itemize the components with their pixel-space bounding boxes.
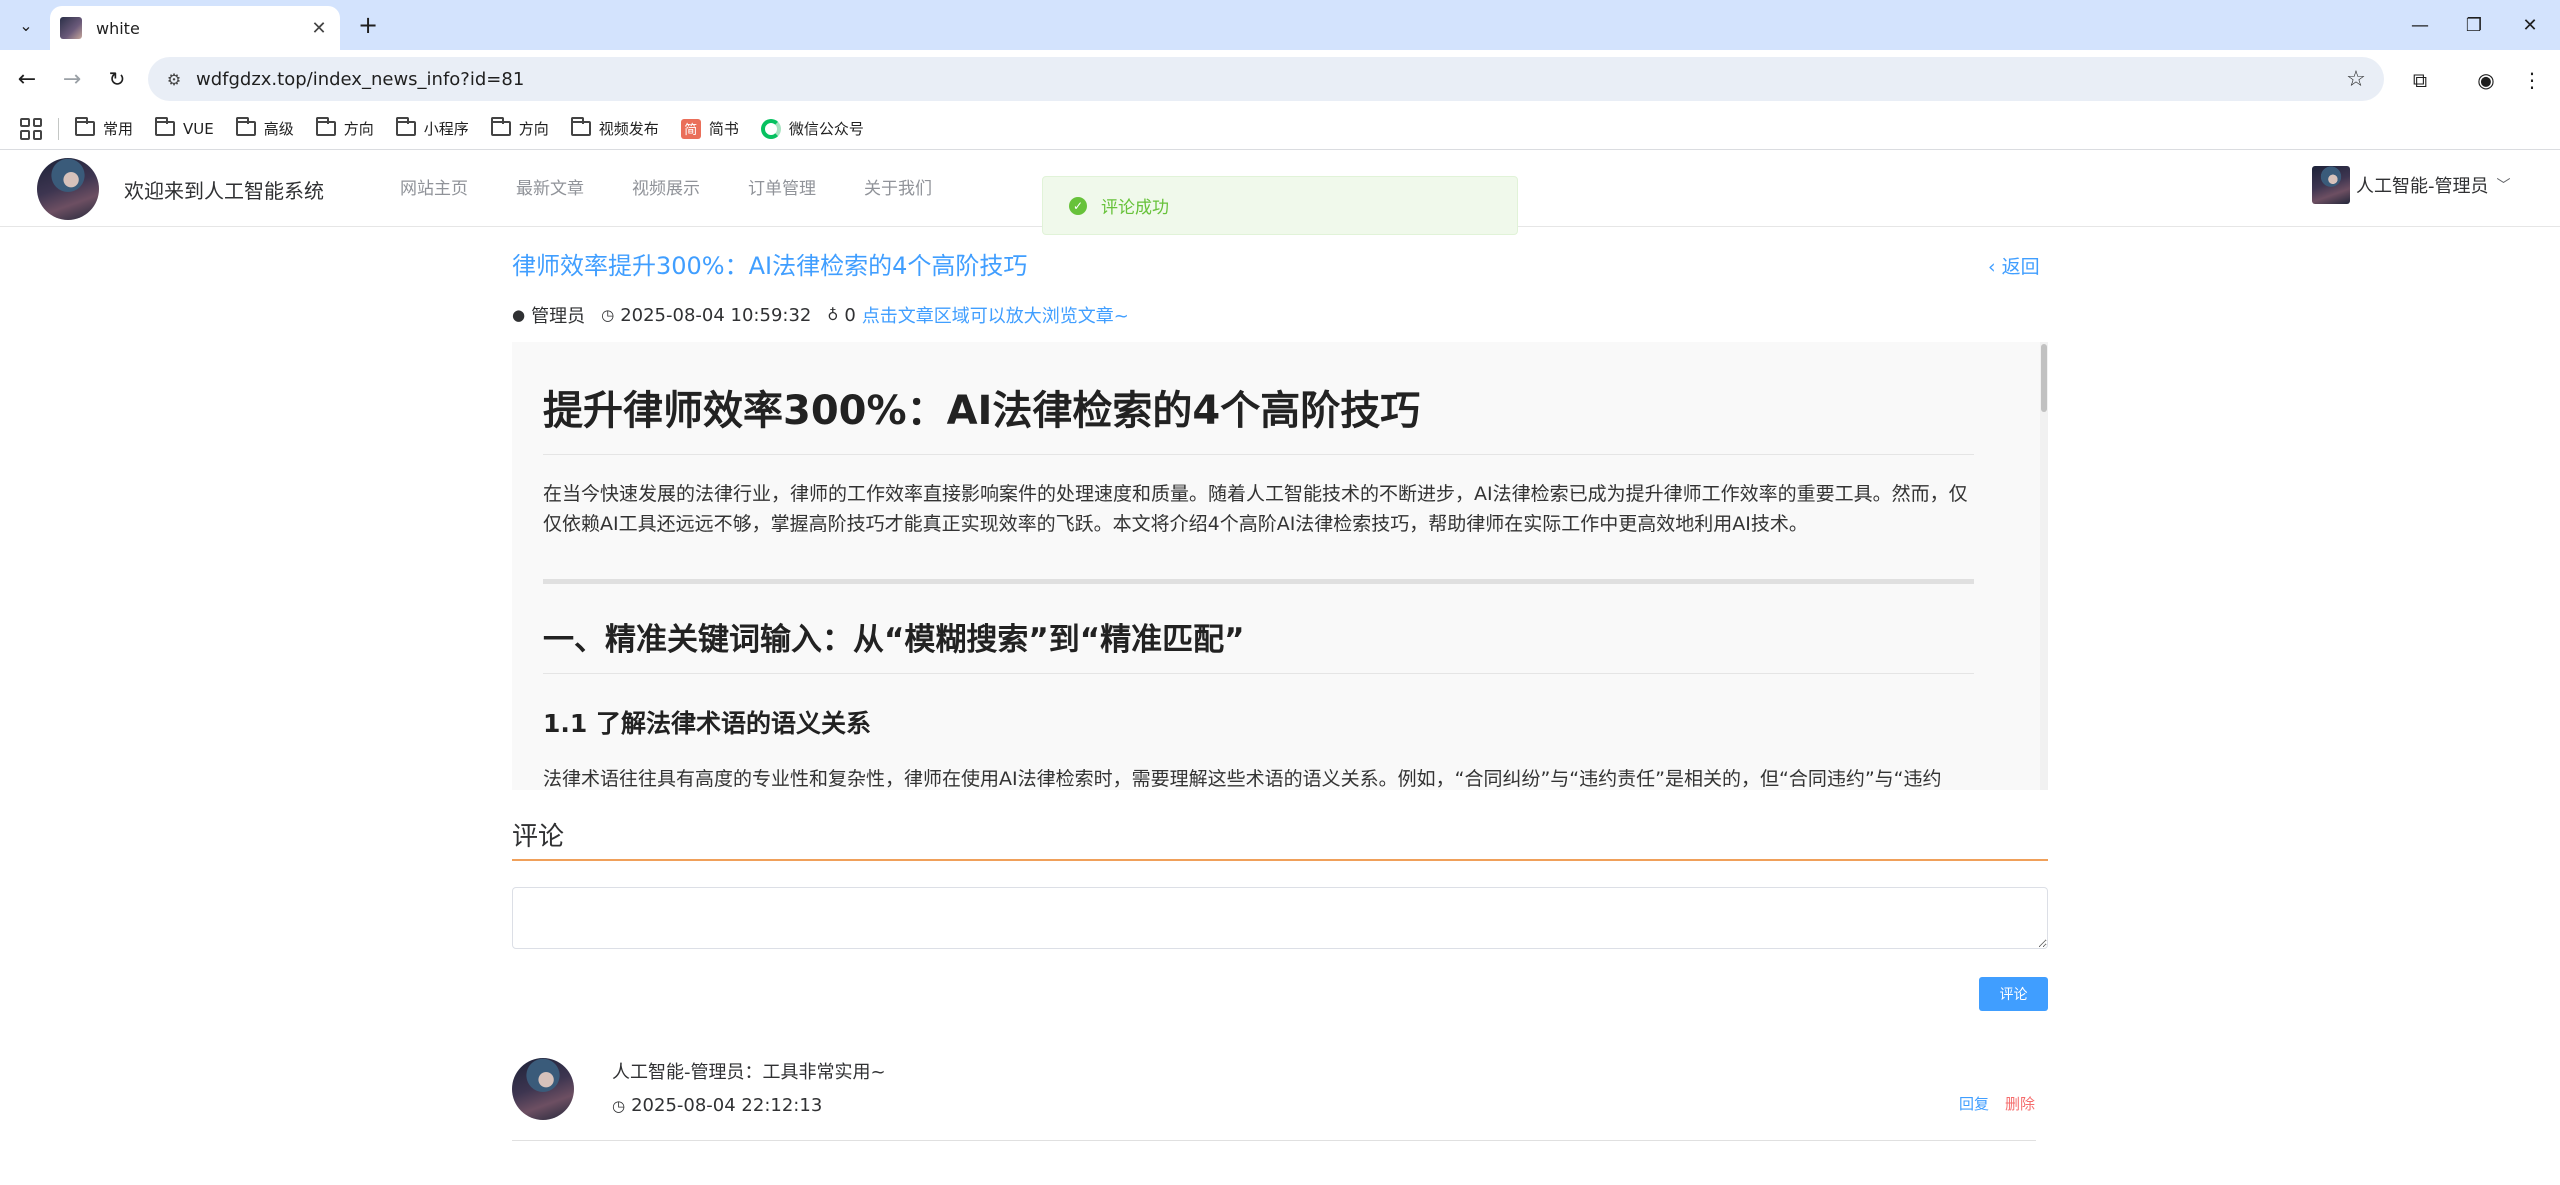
chevron-down-icon: ﹀	[2496, 178, 2511, 194]
comment-time: ◷ 2025-08-04 22:12:13	[612, 1095, 822, 1116]
article-content[interactable]: 提升律师效率300%：AI法律检索的4个高阶技巧 在当今快速发展的法律行业，律师…	[512, 342, 2048, 790]
tab-search-icon[interactable]: ⌄	[10, 10, 42, 40]
bookmark-label: 常用	[103, 120, 134, 138]
site-info-icon[interactable]: ⚙	[160, 65, 188, 93]
bookmark-item[interactable]: 高级	[235, 117, 294, 139]
extensions-icon[interactable]: ⧉	[2402, 62, 2438, 98]
article-author: 管理员	[531, 306, 586, 327]
browser-tab-strip: ⌄ white ✕ + — ❐ ✕	[0, 0, 2560, 50]
restore-icon[interactable]: ❐	[2444, 6, 2504, 44]
chevron-left-icon: ‹	[1988, 256, 2002, 278]
folder-icon	[315, 117, 336, 136]
comment-avatar	[512, 1058, 574, 1120]
clock-icon: ◷	[601, 306, 615, 324]
bookmark-item[interactable]: 方向	[315, 117, 374, 139]
jianshu-icon: 简	[680, 118, 701, 139]
user-menu[interactable]: 人工智能-管理员 ﹀	[2312, 165, 2511, 205]
bookmark-item[interactable]: 常用	[75, 117, 134, 139]
submit-comment-button[interactable]: 评论	[1979, 977, 2048, 1011]
folder-icon	[155, 117, 176, 136]
zoom-tip: 点击文章区域可以放大浏览文章~	[861, 306, 1129, 327]
comment-input[interactable]	[512, 887, 2048, 949]
content-heading-3: 1.1 了解法律术语的语义关系	[543, 709, 871, 738]
site-title: 欢迎来到人工智能系统	[124, 179, 324, 203]
bookmark-label: 方向	[343, 120, 374, 138]
new-tab-icon[interactable]: +	[352, 10, 384, 40]
tab-title: white	[96, 18, 140, 38]
article-views: 0	[844, 304, 856, 326]
nav-item-home[interactable]: 网站主页	[400, 151, 468, 227]
comment-time-value: 2025-08-04 22:12:13	[631, 1095, 823, 1116]
medal-icon: ♁	[827, 306, 839, 324]
url-text[interactable]: wdfgdzx.top/index_news_info?id=81	[196, 69, 2338, 90]
browser-tab[interactable]: white ✕	[50, 6, 340, 50]
wechat-icon	[760, 118, 781, 139]
user-avatar	[2312, 166, 2350, 204]
comment-text: 人工智能-管理员：工具非常实用~	[612, 1062, 886, 1083]
nav-item-orders[interactable]: 订单管理	[748, 151, 816, 227]
bookmark-label: 高级	[263, 120, 294, 138]
nav-item-articles[interactable]: 最新文章	[516, 151, 584, 227]
main-nav: 网站主页 最新文章 视频展示 订单管理 关于我们	[400, 151, 980, 227]
bookmark-item[interactable]: 微信公众号	[760, 118, 864, 139]
tab-favicon-icon	[60, 17, 82, 39]
delete-button[interactable]: 删除	[2005, 1093, 2035, 1114]
back-button[interactable]: ‹ 返回	[1988, 252, 2040, 279]
bookmark-item[interactable]: 方向	[490, 117, 549, 139]
folder-icon	[235, 117, 256, 136]
scrollbar-thumb[interactable]	[2041, 344, 2047, 412]
content-heading-2: 一、精准关键词输入：从“模糊搜索”到“精准匹配”	[543, 614, 1974, 674]
minimize-icon[interactable]: —	[2390, 6, 2450, 44]
article-title: 律师效率提升300%：AI法律检索的4个高阶技巧	[512, 252, 1028, 280]
comments-divider	[512, 859, 2048, 861]
back-arrow-icon[interactable]: ←	[10, 62, 44, 96]
browser-menu-icon[interactable]: ⋮	[2514, 62, 2550, 98]
toast-message: 评论成功	[1101, 198, 1169, 218]
tab-close-icon[interactable]: ✕	[304, 13, 334, 43]
bookmark-item[interactable]: 小程序	[395, 117, 469, 139]
folder-icon	[75, 117, 95, 136]
content-heading-1: 提升律师效率300%：AI法律检索的4个高阶技巧	[543, 378, 1974, 455]
bookmark-star-icon[interactable]: ☆	[2338, 61, 2374, 97]
bookmark-item[interactable]: VUE	[155, 117, 214, 138]
bookmark-label: 方向	[518, 120, 549, 138]
comment-divider	[512, 1140, 2036, 1141]
bookmarks-bar: 常用 VUE 高级 方向 小程序 方向 视频发布 简简书 微信公众号	[0, 108, 2560, 150]
clock-icon: ◷	[612, 1096, 626, 1115]
user-icon: ●	[512, 306, 526, 324]
bookmark-label: VUE	[183, 119, 214, 138]
bookmark-label: 微信公众号	[788, 120, 864, 138]
content-scrollbar[interactable]	[2040, 342, 2048, 790]
bookmark-label: 小程序	[423, 120, 469, 138]
article-meta: ● 管理员 ◷ 2025-08-04 10:59:32 ♁ 0 点击文章区域可以…	[512, 302, 1129, 328]
bookmark-label: 视频发布	[598, 120, 659, 138]
success-toast: ✓ 评论成功	[1042, 176, 1518, 235]
folder-icon	[570, 117, 591, 136]
address-bar[interactable]: ⚙ wdfgdzx.top/index_news_info?id=81 ☆	[148, 57, 2384, 101]
profile-icon[interactable]: ◉	[2468, 62, 2504, 98]
content-paragraph: 在当今快速发展的法律行业，律师的工作效率直接影响案件的处理速度和质量。随着人工智…	[543, 483, 1968, 535]
nav-item-videos[interactable]: 视频展示	[632, 151, 700, 227]
apps-grid-icon[interactable]	[20, 117, 42, 140]
reply-button[interactable]: 回复	[1959, 1093, 1989, 1114]
reload-icon[interactable]: ↻	[100, 62, 134, 96]
browser-toolbar: ← → ↻ ⚙ wdfgdzx.top/index_news_info?id=8…	[0, 50, 2560, 108]
article-datetime: 2025-08-04 10:59:32	[620, 304, 812, 326]
folder-icon	[395, 117, 416, 136]
nav-item-about[interactable]: 关于我们	[864, 151, 932, 227]
comments-heading: 评论	[512, 822, 565, 852]
window-close-icon[interactable]: ✕	[2500, 6, 2560, 44]
folder-icon	[490, 117, 511, 136]
site-logo[interactable]	[37, 158, 99, 220]
bookmark-label: 简书	[708, 120, 739, 138]
content-divider	[543, 579, 1974, 584]
user-name: 人工智能-管理员	[2356, 176, 2489, 197]
content-paragraph: 法律术语往往具有高度的专业性和复杂性，律师在使用AI法律检索时，需要理解这些术语…	[543, 768, 1942, 790]
bookmarks-divider	[58, 117, 59, 140]
forward-arrow-icon[interactable]: →	[55, 62, 89, 96]
check-circle-icon: ✓	[1069, 196, 1087, 215]
back-label: 返回	[2001, 256, 2040, 278]
bookmark-item[interactable]: 视频发布	[570, 117, 659, 139]
bookmark-item[interactable]: 简简书	[680, 118, 739, 139]
